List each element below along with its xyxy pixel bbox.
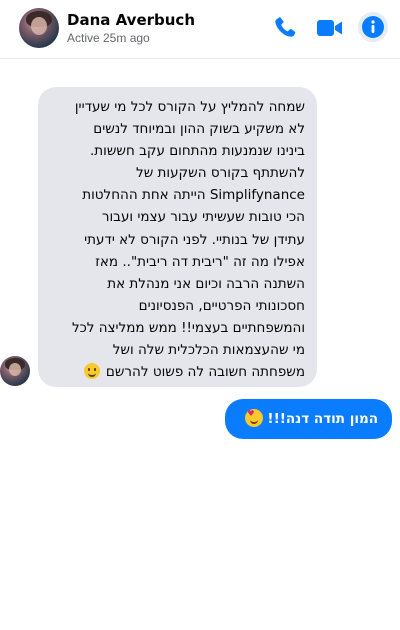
message-line: בינינו שנמנעות מהתחום עקב חששות. xyxy=(90,143,305,160)
info-icon xyxy=(362,16,384,38)
phone-icon[interactable] xyxy=(272,15,298,41)
smiling-face-emoji-icon xyxy=(83,363,100,380)
message-line: שמחה להמליץ על הקורס לכל מי שעדיין xyxy=(74,99,305,115)
message-line: מי שהעצמאות הכלכלית שלה ושל xyxy=(112,342,305,359)
message-line: עתידן של בנותיי. לפני הקורס לא ידעתי xyxy=(84,231,305,248)
message-line: השתנה הרבה וכיום אני מנהלת את xyxy=(107,275,305,292)
message-line: אפילו מה זה "ריבית דה ריבית".. מאז xyxy=(95,253,305,270)
outgoing-message-text: המון תודה דנה!!! xyxy=(267,411,378,427)
contact-name[interactable]: Dana Averbuch xyxy=(67,11,195,29)
message-line: משפחתה חשובה לה פשוט להרשם xyxy=(105,364,305,381)
incoming-message-bubble[interactable]: שמחה להמליץ על הקורס לכל מי שעדיין לא מש… xyxy=(38,87,317,387)
video-camera-icon[interactable] xyxy=(316,15,344,41)
message-line: Simplifynance הייתה אחת ההחלטות xyxy=(82,187,305,204)
active-status: Active 25m ago xyxy=(67,31,150,45)
message-line: והמשפחתיים בעצמי!! ממש ממליצה לכל xyxy=(71,319,305,336)
message-line-last: משפחתה חשובה לה פשוט להרשם xyxy=(48,361,305,383)
outgoing-message-bubble[interactable]: המון תודה דנה!!! xyxy=(225,399,392,439)
message-line: לא משקיע בשוק ההון ובמיוחד לנשים xyxy=(93,121,305,138)
contact-avatar[interactable] xyxy=(19,8,59,48)
message-line: להשתתף בקורס השקעות של xyxy=(136,165,305,182)
message-line: חסכונותי הפרטיים, הפנסיונים xyxy=(138,297,305,314)
conversation-header: Dana Averbuch Active 25m ago xyxy=(0,0,400,59)
info-button[interactable] xyxy=(358,12,388,42)
message-line: הכי טובות שעשיתי עבור עצמי ועבור xyxy=(101,209,305,226)
sender-avatar[interactable] xyxy=(0,356,30,386)
smiling-face-with-hearts-emoji-icon xyxy=(245,409,264,427)
